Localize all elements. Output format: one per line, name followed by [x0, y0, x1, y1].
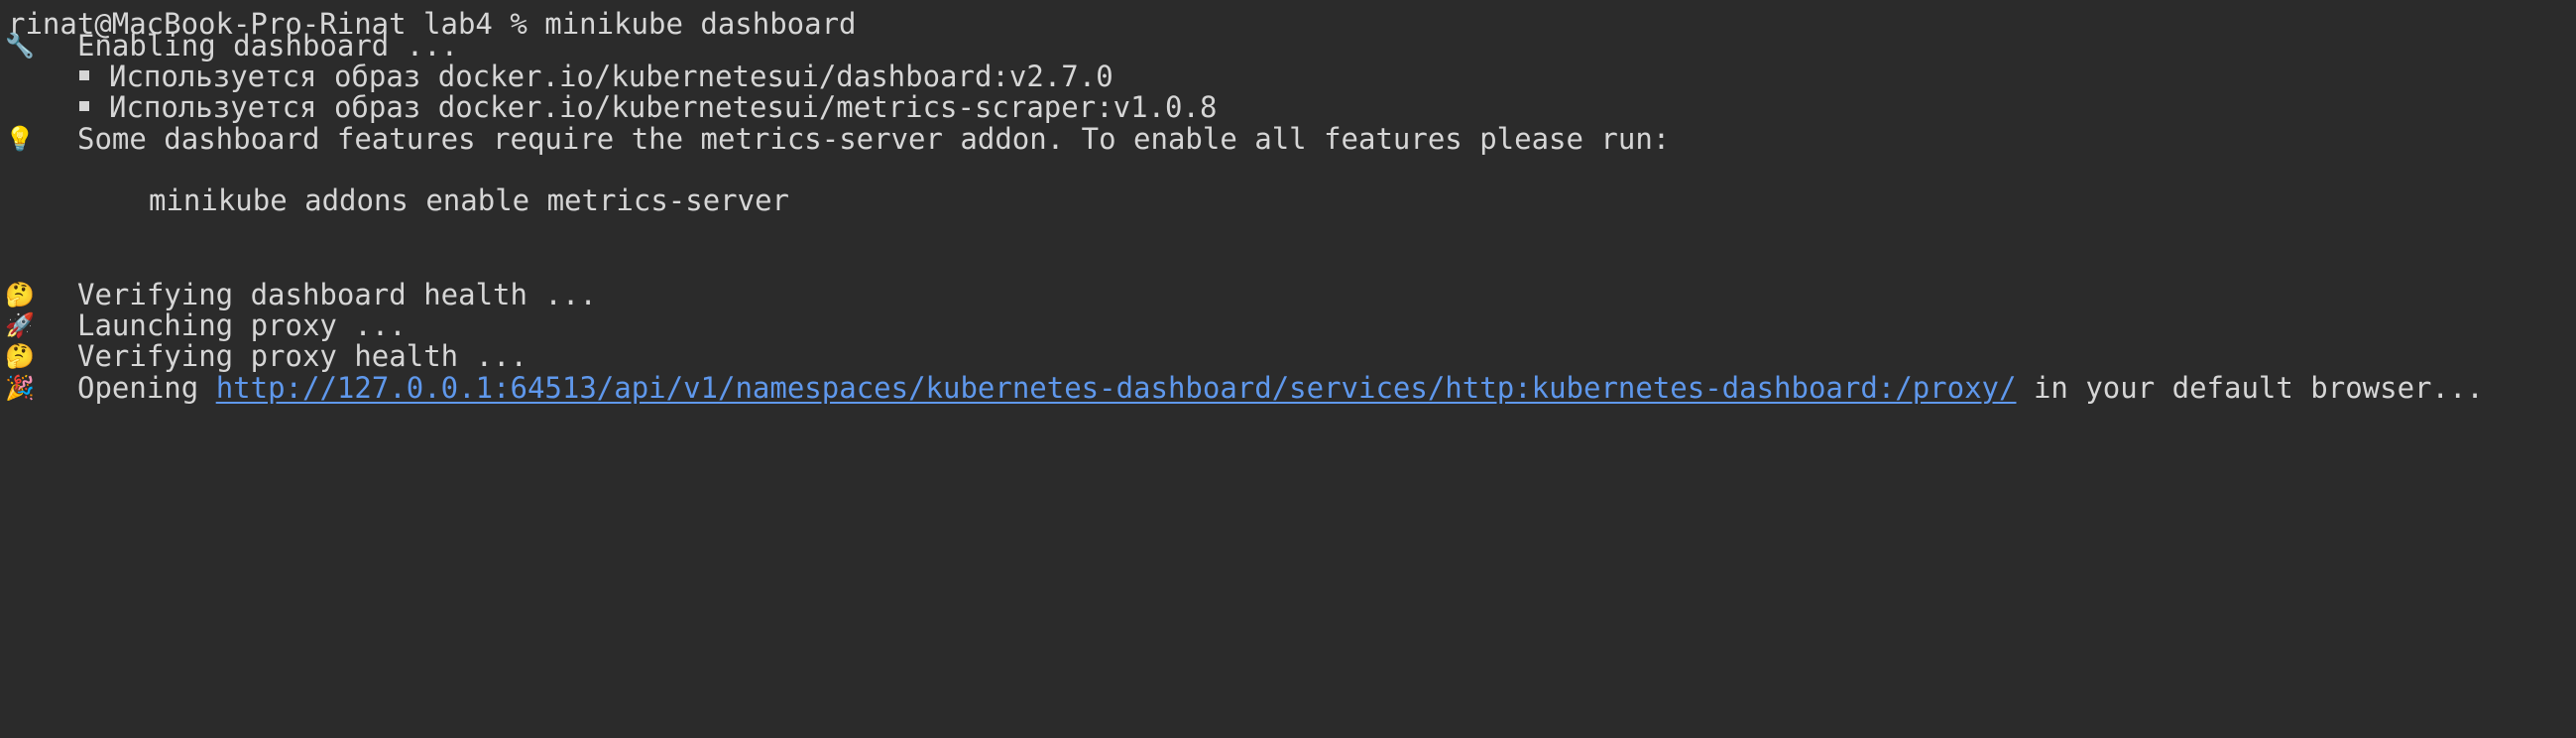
opening-suffix: in your default browser... — [2016, 371, 2484, 405]
dashboard-url-link[interactable]: http://127.0.0.1:64513/api/v1/namespaces… — [216, 371, 2017, 405]
output-line-opening: Opening http://127.0.0.1:64513/api/v1/na… — [77, 368, 2484, 408]
bullet-icon — [79, 101, 89, 111]
output-line-suggested-command: minikube addons enable metrics-server — [149, 184, 790, 217]
bullet-icon — [79, 70, 89, 80]
lightbulb-icon: 💡 — [5, 125, 35, 153]
terminal-window[interactable]: rinat@MacBook-Pro-Rinat lab4 % minikube … — [0, 0, 2576, 738]
opening-prefix: Opening — [77, 371, 216, 405]
party-popper-icon: 🎉 — [5, 374, 35, 402]
output-line-metrics-hint: Some dashboard features require the metr… — [77, 122, 1671, 156]
typed-command: minikube dashboard — [544, 7, 857, 41]
wrench-icon: 🔧 — [5, 32, 35, 60]
